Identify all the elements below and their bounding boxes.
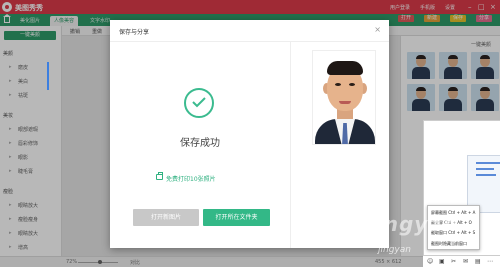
open-new-image-button[interactable]: 打开新图片 [133,209,199,226]
saved-photo-preview [312,50,376,145]
success-check-icon [184,88,214,118]
emoji-icon[interactable]: ☺ [427,258,433,265]
close-icon[interactable]: × [374,25,381,34]
open-folder-button[interactable]: 打开所在文件夹 [203,209,270,226]
free-print-link[interactable]: 免费打印10张照片 [156,172,216,183]
gift-icon[interactable]: ▤ [475,258,481,265]
free-print-label[interactable]: 免费打印10张照片 [166,176,216,183]
watermark-sub: jingyan [378,245,411,255]
scissors-icon[interactable]: ✂ [451,258,456,265]
success-message: 保存成功 [180,138,220,149]
watermark-logo: jingyan [368,212,459,236]
chat-icon[interactable]: ✉ [463,258,468,265]
image-icon[interactable]: ▣ [439,258,445,265]
dialog-title: 保存与分享 [119,29,150,36]
dialog-header: 保存与分享 × [110,20,389,42]
menu-item-hide-window[interactable]: 截图时隐藏当前窗口 [431,241,467,247]
more-icon[interactable]: ⋯ [487,258,493,265]
dialog-result-panel: 保存成功 免费打印10张照片 打开新图片 打开所在文件夹 [110,42,290,248]
dialog-divider [290,42,291,248]
save-share-dialog: 保存与分享 × 保存成功 免费打印10张照片 打开新图片 打开所在文件夹 [110,20,389,248]
printer-icon [156,172,163,180]
selection-marker [47,62,49,90]
screenshot-toolbar: ☺ ▣ ✂ ✉ ▤ ⋯ [423,255,500,267]
